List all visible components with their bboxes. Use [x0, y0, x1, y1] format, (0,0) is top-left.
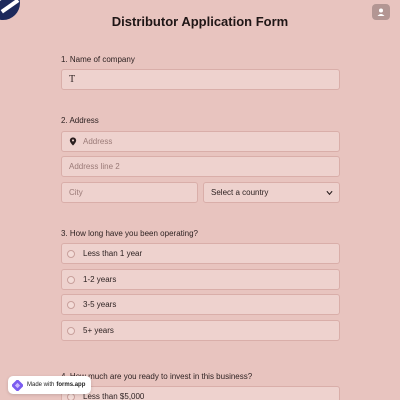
question-label-address: 2. Address	[61, 116, 99, 125]
form-title: Distributor Application Form	[111, 14, 289, 29]
city-input[interactable]: City	[61, 182, 198, 203]
country-select[interactable]: Select a country	[203, 182, 340, 203]
chevron-down-icon	[326, 190, 333, 196]
radio-button[interactable]	[67, 300, 75, 309]
option-less-than-1-year[interactable]: Less than 1 year	[61, 243, 340, 264]
option-3-5-years[interactable]: 3-5 years	[61, 294, 340, 315]
option-5-plus-years[interactable]: 5+ years	[61, 320, 340, 341]
option-label: Less than $5,000	[83, 392, 145, 400]
option-label: 5+ years	[83, 326, 114, 335]
address-line2-placeholder: Address line 2	[69, 162, 120, 171]
radio-button[interactable]	[67, 275, 75, 284]
option-label: Less than 1 year	[83, 249, 143, 258]
radio-button[interactable]	[67, 249, 75, 258]
address-placeholder: Address	[83, 137, 113, 146]
forms-app-logo-icon	[12, 379, 23, 391]
badge-brand: forms.app	[56, 382, 86, 388]
radio-button[interactable]	[67, 326, 75, 335]
company-name-input[interactable]: T	[61, 69, 340, 90]
option-label: 1-2 years	[83, 275, 117, 284]
badge-prefix: Made with	[27, 382, 55, 388]
address-input[interactable]: Address	[61, 131, 340, 152]
question-label-operating: 3. How long have you been operating?	[61, 229, 198, 238]
option-1-2-years[interactable]: 1-2 years	[61, 269, 340, 290]
made-with-badge[interactable]: Made with forms.app	[8, 376, 92, 394]
company-name-value: T	[69, 74, 76, 85]
city-placeholder: City	[69, 188, 83, 197]
option-label: 3-5 years	[83, 300, 117, 309]
location-pin-icon	[69, 137, 77, 146]
address-line2-input[interactable]: Address line 2	[61, 156, 340, 177]
country-select-value: Select a country	[211, 188, 269, 197]
option-less-than-5000[interactable]: Less than $5,000	[61, 386, 340, 400]
question-label-company: 1. Name of company	[61, 55, 135, 64]
